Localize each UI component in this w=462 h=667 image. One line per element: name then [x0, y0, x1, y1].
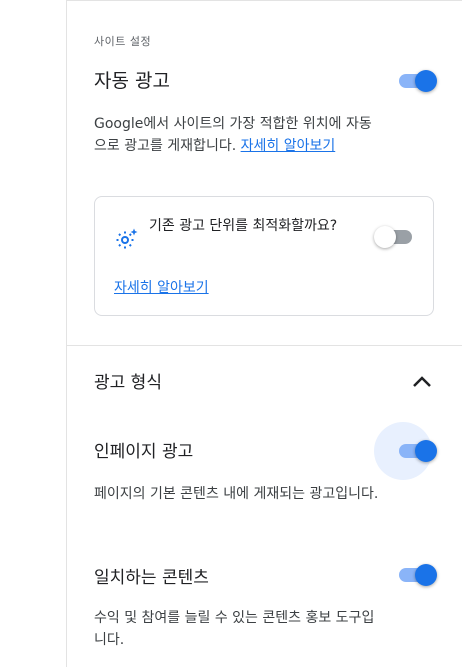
- section-eyebrow: 사이트 설정: [94, 35, 152, 48]
- chevron-up-icon[interactable]: [409, 372, 435, 392]
- ad-formats-title: 광고 형식: [94, 373, 162, 393]
- section-divider: [67, 345, 462, 346]
- optimize-existing-units-card: 기존 광고 단위를 최적화할까요? 자세히 알아보기: [94, 196, 434, 316]
- toggle-knob: [374, 226, 396, 248]
- in-page-ads-toggle[interactable]: [397, 437, 439, 465]
- auto-ads-toggle[interactable]: [397, 67, 439, 95]
- in-page-ads-title: 인페이지 광고: [94, 442, 194, 462]
- toggle-knob: [415, 440, 437, 462]
- matched-content-title: 일치하는 콘텐츠: [94, 568, 209, 588]
- auto-ads-learn-more-link[interactable]: 자세히 알아보기: [241, 138, 336, 154]
- settings-panel: 사이트 설정 자동 광고 Google에서 사이트의 가장 적합한 위치에 자동…: [67, 0, 462, 667]
- matched-content-toggle[interactable]: [397, 561, 439, 589]
- in-page-ads-description: 페이지의 기본 콘텐츠 내에 게재되는 광고입니다.: [94, 486, 379, 502]
- left-gutter: [0, 0, 67, 667]
- toggle-knob: [415, 70, 437, 92]
- matched-content-description: 수익 및 참여를 늘릴 수 있는 콘텐츠 홍보 도구입니다.: [94, 610, 375, 648]
- optimize-existing-units-toggle[interactable]: [374, 223, 416, 251]
- optimize-learn-more-link[interactable]: 자세히 알아보기: [114, 277, 209, 297]
- toggle-knob: [415, 564, 437, 586]
- gear-sparkle-icon: [116, 228, 138, 249]
- optimize-question: 기존 광고 단위를 최적화할까요?: [149, 218, 338, 234]
- auto-ads-title: 자동 광고: [94, 70, 170, 92]
- auto-ads-description: Google에서 사이트의 가장 적합한 위치에 자동으로 광고를 게재합니다.…: [94, 113, 384, 157]
